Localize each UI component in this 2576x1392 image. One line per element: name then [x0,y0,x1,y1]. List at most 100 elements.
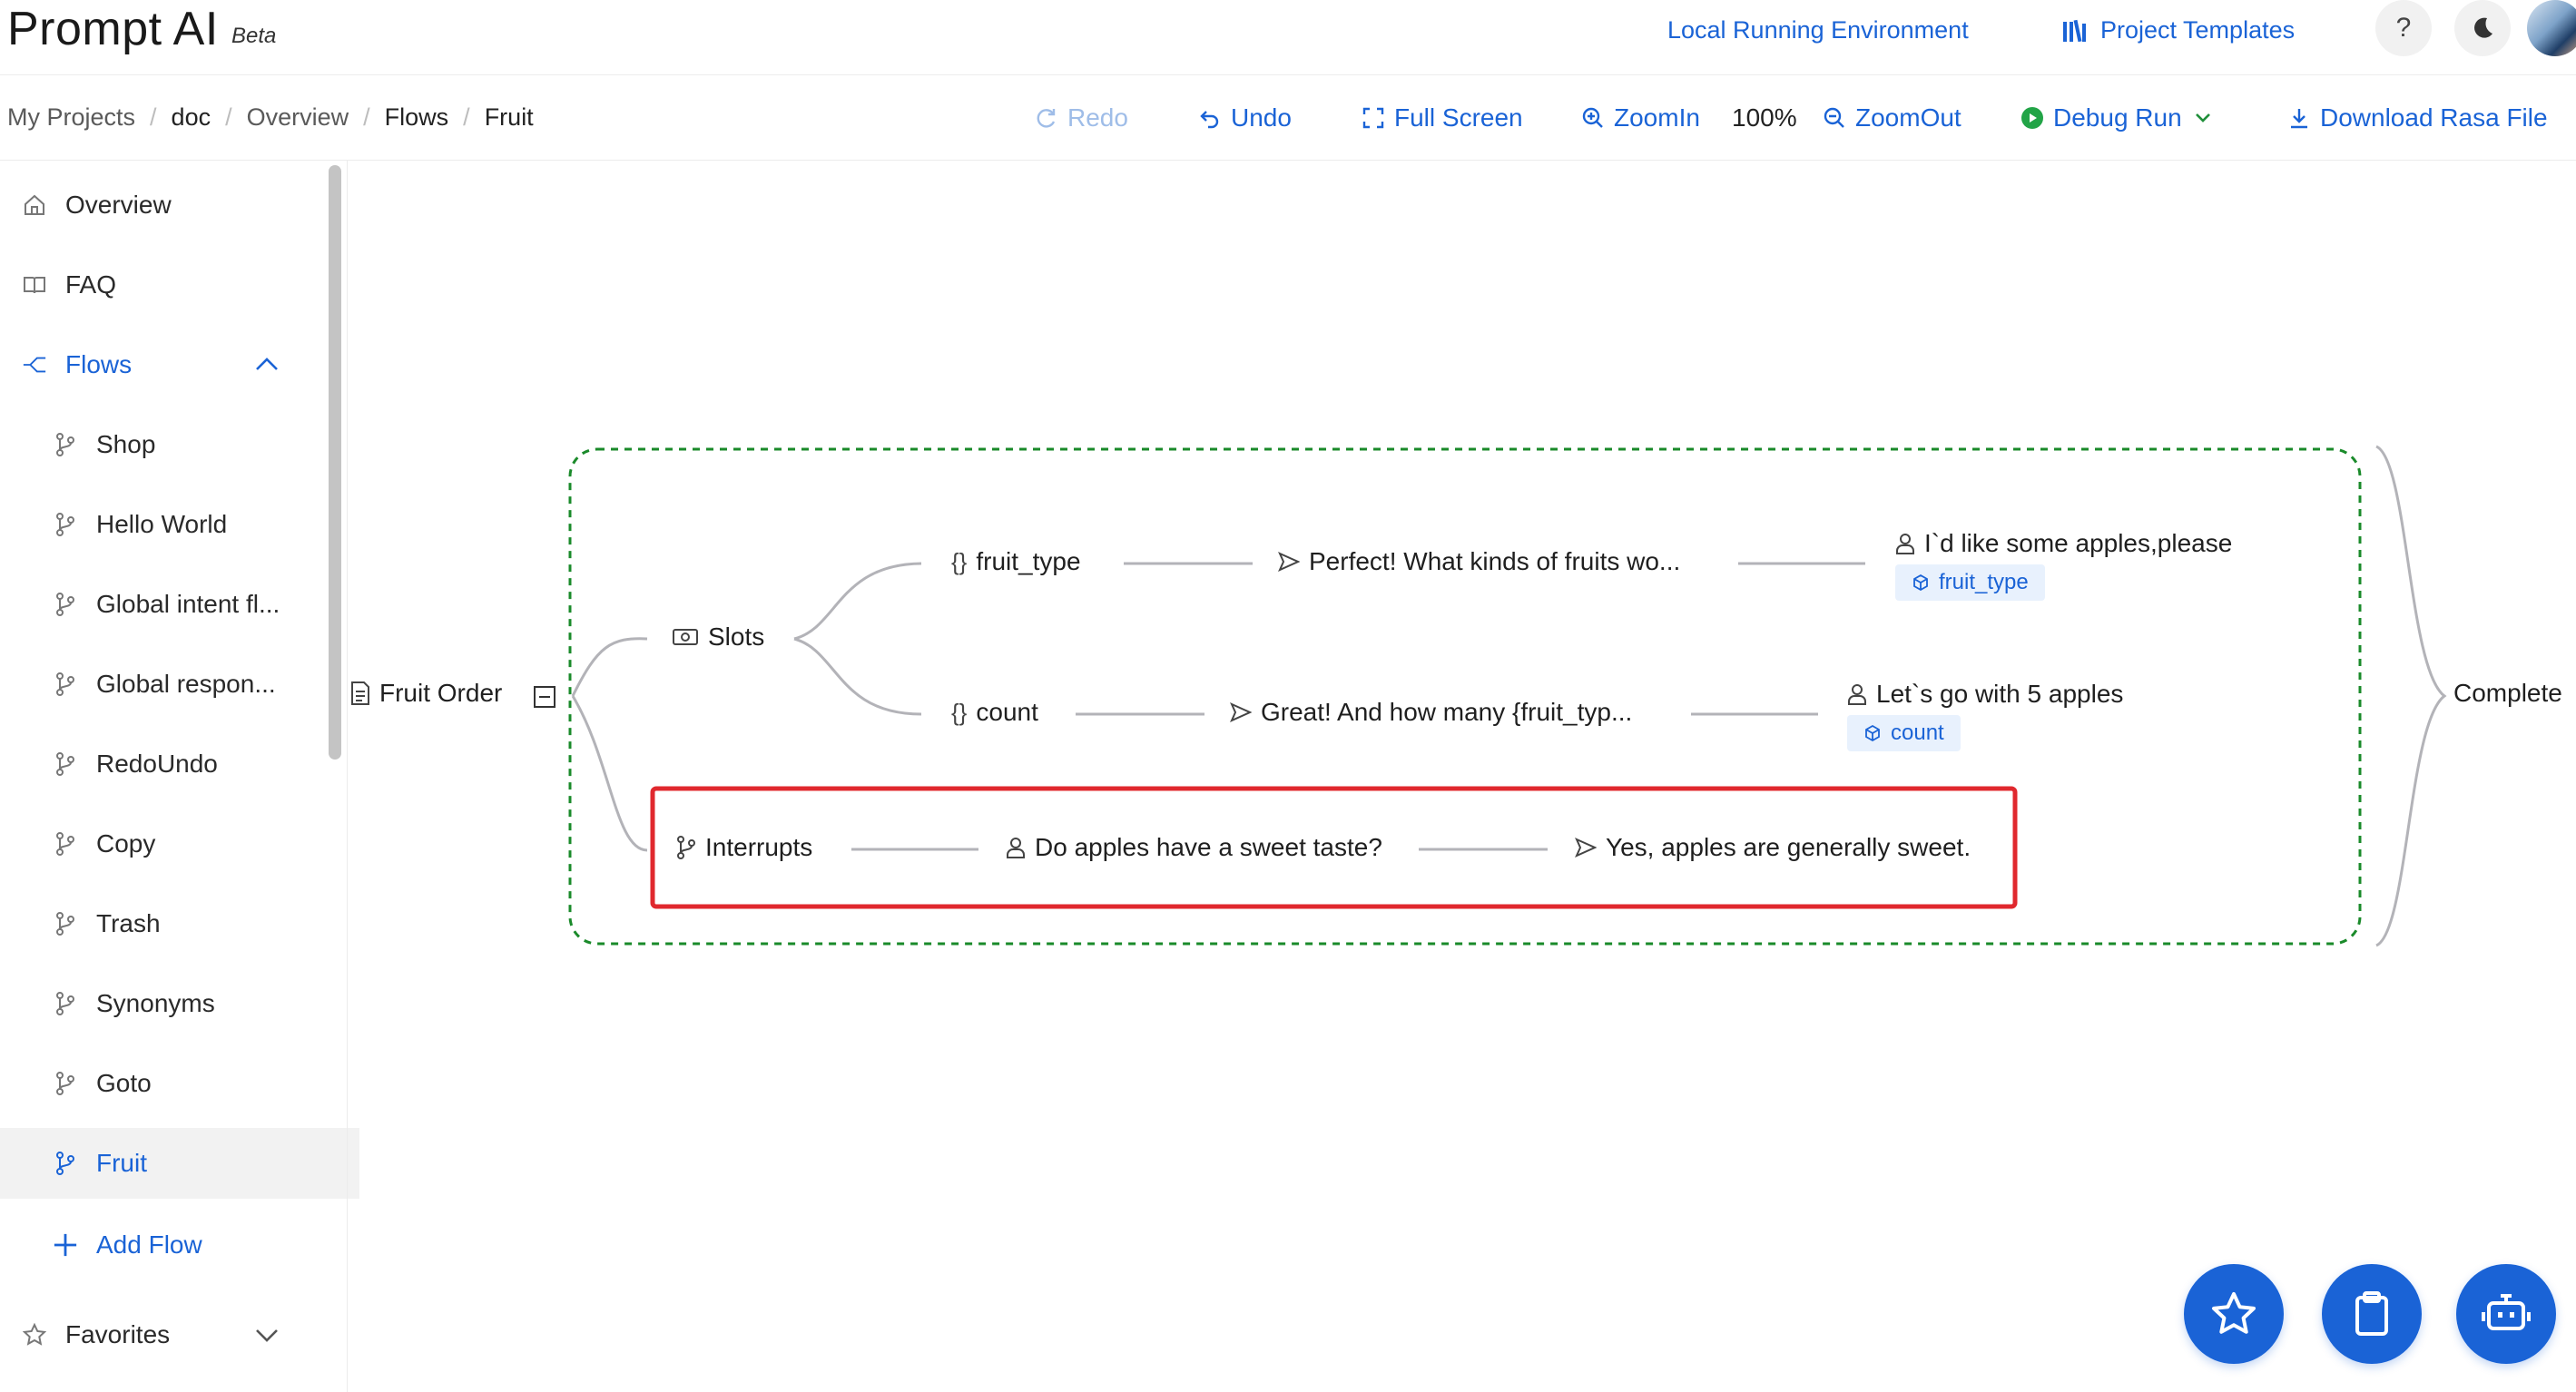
undo-icon [1200,111,1219,129]
breadcrumb-doc[interactable]: doc [172,103,211,132]
zoom-in-button[interactable]: ZoomIn [1581,103,1700,132]
flow-tree-icon [22,352,47,377]
zoom-out-button[interactable]: ZoomOut [1823,103,1961,132]
user-message-text: Let`s go with 5 apples [1876,680,2124,708]
breadcrumb: My Projects / doc / Overview / Flows / Fruit [7,103,534,132]
local-env-link[interactable]: Local Running Environment [1667,16,1969,44]
slot-tag[interactable]: count [1847,715,1961,751]
sidebar-scrollbar[interactable] [329,165,341,760]
fullscreen-button[interactable]: Full Screen [1362,103,1523,132]
sidebar-item-label: Favorites [65,1320,171,1348]
user-message-node[interactable]: Let`s go with 5 apples [1847,680,2123,709]
sidebar-item-label: Flows [65,350,133,378]
breadcrumb-flows[interactable]: Flows [385,103,449,132]
breadcrumb-fruit: Fruit [484,103,534,131]
braces-icon: {} [951,547,968,575]
breadcrumb-overview[interactable]: Overview [247,103,349,132]
sidebar-flow-item[interactable]: Copy [0,809,359,879]
sidebar-item-faq[interactable]: FAQ [0,250,329,320]
slot-node-count[interactable]: {} count [951,698,1038,727]
redo-icon [1037,109,1056,128]
moon-icon [2474,17,2492,38]
robot-fab-button[interactable] [2456,1264,2556,1364]
help-icon: ? [2395,13,2412,43]
sidebar-item-label: Global respon... [96,670,276,698]
zoom-in-icon [1582,107,1603,128]
complete-label: Complete [2453,679,2562,707]
bot-message-text: Great! And how many {fruit_typ... [1261,698,1633,726]
branch-icon [53,751,78,777]
branch-icon [53,991,78,1016]
complete-node[interactable]: Complete [2453,679,2562,708]
download-rasa-button[interactable]: Download Rasa File [2287,103,2548,132]
sidebar-flow-item[interactable]: Trash [0,888,359,959]
cube-icon [1913,573,1928,592]
user-avatar[interactable] [2527,0,2576,56]
braces-icon: {} [951,698,968,726]
sidebar-item-flows[interactable]: Flows [0,329,329,400]
interrupts-node[interactable]: Interrupts [676,833,812,862]
sidebar-flow-item[interactable]: Synonyms [0,968,359,1039]
flow-canvas[interactable]: Fruit Order Slots {} fruit_type Perfect!… [348,161,2576,1392]
sidebar-flow-item[interactable]: Shop [0,409,359,480]
sidebar-flow-item[interactable]: Hello World [0,489,359,560]
user-message-text: Do apples have a sweet taste? [1035,833,1382,861]
flow-connectors [568,445,2447,947]
play-circle-icon [2021,107,2043,129]
project-templates-label: Project Templates [2100,16,2296,44]
user-message-node[interactable]: I`d like some apples,please [1895,529,2232,558]
undo-button[interactable]: Undo [1198,103,1292,132]
sidebar-item-overview[interactable]: Overview [0,170,329,240]
slot-node-fruit-type[interactable]: {} fruit_type [951,547,1081,576]
help-button[interactable]: ? [2375,0,2432,56]
collapse-toggle-icon[interactable] [534,686,556,708]
sidebar-item-label: Fruit [96,1149,147,1177]
debug-run-button[interactable]: Debug Run [2020,103,2215,132]
slot-tag-label: fruit_type [1939,570,2029,594]
sidebar-flow-item[interactable]: RedoUndo [0,729,359,799]
send-icon [1278,552,1300,572]
slots-node[interactable]: Slots [672,622,764,652]
branch-icon [53,831,78,857]
sidebar-item-label: Goto [96,1069,152,1097]
library-icon [2063,19,2086,42]
undo-label: Undo [1231,103,1292,132]
sidebar-item-label: Copy [96,829,156,858]
sidebar-flow-item[interactable]: Goto [0,1048,359,1119]
bot-message-text: Yes, apples are generally sweet. [1606,833,1971,861]
sidebar-flow-item[interactable]: Fruit [0,1128,359,1199]
send-icon [1575,838,1597,858]
add-flow-button[interactable]: Add Flow [0,1210,359,1280]
user-message-node[interactable]: Do apples have a sweet taste? [1006,833,1382,862]
bot-message-node[interactable]: Perfect! What kinds of fruits wo... [1278,547,1680,576]
chevron-down-icon [2195,113,2210,123]
slot-tag[interactable]: fruit_type [1895,564,2045,601]
sidebar-flow-item[interactable]: Global respon... [0,649,359,720]
bot-message-node[interactable]: Yes, apples are generally sweet. [1575,833,1971,862]
sidebar-item-label: Global intent fl... [96,590,280,618]
redo-button[interactable]: Redo [1035,103,1128,132]
document-icon [350,681,370,705]
home-icon [22,192,47,218]
download-rasa-label: Download Rasa File [2320,103,2548,132]
breadcrumb-my-projects[interactable]: My Projects [7,103,135,132]
bot-message-text: Perfect! What kinds of fruits wo... [1309,547,1681,575]
sidebar-item-favorites[interactable]: Favorites [0,1299,329,1370]
project-templates-link[interactable]: Project Templates [2062,16,2295,44]
zoom-in-label: ZoomIn [1614,103,1700,132]
app-logo[interactable]: Prompt AI [7,2,219,56]
sidebar-flow-item[interactable]: Global intent fl... [0,569,359,640]
sidebar-item-label: RedoUndo [96,750,218,778]
root-node[interactable]: Fruit Order [350,679,502,708]
breadcrumb-separator: / [225,103,232,131]
add-flow-label: Add Flow [96,1230,202,1259]
star-icon [2212,1292,2256,1334]
bot-message-node[interactable]: Great! And how many {fruit_typ... [1230,698,1632,727]
user-icon [1895,533,1915,554]
theme-toggle-button[interactable] [2454,0,2511,56]
favorite-fab-button[interactable] [2184,1264,2284,1364]
cube-icon [1865,724,1880,742]
clipboard-fab-button[interactable] [2322,1264,2422,1364]
branch-icon [53,432,78,457]
branch-icon [53,512,78,537]
